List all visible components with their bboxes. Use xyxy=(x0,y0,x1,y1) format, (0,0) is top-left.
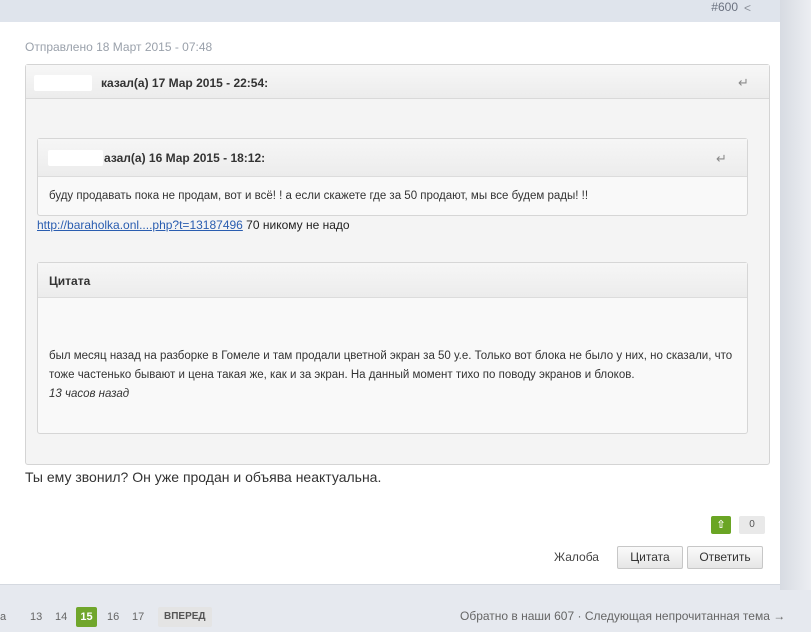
reply-arrow-icon[interactable]: ↵ xyxy=(738,75,749,91)
next-unread-link[interactable]: Следующая непрочитанная тема → xyxy=(585,609,785,623)
inner-quote-title: азал(а) 16 Мар 2015 - 18:12: xyxy=(104,151,266,165)
link-suffix: 70 никому не надо xyxy=(242,218,350,232)
footer-nav: Обратно в наши 607 · Следующая непрочита… xyxy=(460,607,785,625)
page-link[interactable]: 17 xyxy=(132,607,144,627)
outer-quote: казал(а) 17 Мар 2015 - 22:54: ↵ азал(а) … xyxy=(25,64,770,465)
post-topbar: #600 < xyxy=(0,0,780,22)
page-link[interactable]: 14 xyxy=(55,607,67,627)
redacted-author xyxy=(34,75,92,91)
inner-quote-body: буду продавать пока не продам, вот и всё… xyxy=(49,190,589,202)
citation-time: 13 часов назад xyxy=(49,388,130,400)
outer-quote-header: казал(а) 17 Мар 2015 - 22:54: ↵ xyxy=(26,65,769,99)
quote-button[interactable]: Цитата xyxy=(617,546,683,569)
vote-count: 0 xyxy=(739,516,765,534)
pager-next-button[interactable]: ВПЕРЕД xyxy=(158,607,212,627)
post-number[interactable]: #600 xyxy=(711,0,738,14)
post-card: Отправлено 18 Март 2015 - 07:48 казал(а)… xyxy=(0,22,780,585)
thread-link[interactable]: http://baraholka.onl....php?t=13187496 xyxy=(37,218,243,232)
back-link[interactable]: Обратно в наши 607 xyxy=(460,609,574,623)
citation-header: Цитата xyxy=(38,263,747,298)
citation-text: был месяц назад на разборке в Гомеле и т… xyxy=(49,350,733,381)
report-link[interactable]: Жалоба xyxy=(554,550,599,564)
post-sent-date: Отправлено 18 Март 2015 - 07:48 xyxy=(25,40,213,54)
citation-title: Цитата xyxy=(49,274,91,288)
page-link[interactable]: 16 xyxy=(107,607,119,627)
citation-body: был месяц назад на разборке в Гомеле и т… xyxy=(38,298,747,414)
citation-box: Цитата был месяц назад на разборке в Гом… xyxy=(37,262,748,434)
reply-button[interactable]: Ответить xyxy=(687,546,763,569)
side-shadow xyxy=(780,0,811,590)
separator: · xyxy=(577,609,582,623)
redacted-author xyxy=(48,150,103,166)
vote-up-button[interactable]: ⇧ xyxy=(711,516,731,534)
page-link[interactable]: a 17 xyxy=(0,607,12,632)
reply-text: Ты ему звонил? Он уже продан и объява не… xyxy=(25,469,382,485)
inner-quote-header: азал(а) 16 Мар 2015 - 18:12: ↵ xyxy=(38,139,747,177)
link-line: http://baraholka.onl....php?t=13187496 7… xyxy=(37,218,350,232)
inner-quote: азал(а) 16 Мар 2015 - 18:12: ↵ буду прод… xyxy=(37,138,748,216)
arrow-up-icon: ⇧ xyxy=(716,519,726,531)
outer-quote-title: казал(а) 17 Мар 2015 - 22:54: xyxy=(101,76,269,90)
page-link[interactable]: 13 xyxy=(30,607,42,627)
page-current[interactable]: 15 xyxy=(76,607,97,627)
share-icon[interactable]: < xyxy=(744,1,751,15)
reply-arrow-icon[interactable]: ↵ xyxy=(716,151,727,167)
